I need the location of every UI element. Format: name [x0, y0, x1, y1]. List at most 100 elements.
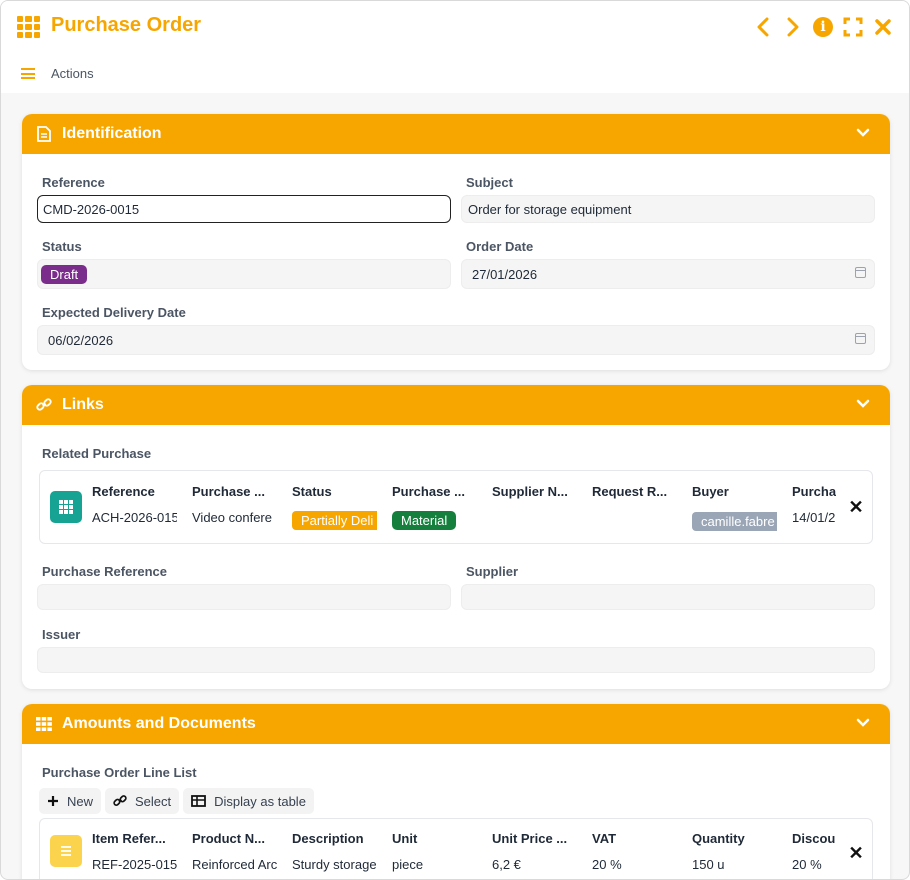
type-badge: Material [392, 511, 457, 530]
calendar-icon[interactable] [855, 267, 866, 278]
delivery-date-value: 06/02/2026 [48, 332, 114, 348]
issuer-label: Issuer [42, 627, 81, 642]
cell-product: Reinforced Arc [192, 857, 278, 872]
identification-panel: Identification Reference CMD-2026-0015 S… [22, 114, 890, 370]
list-toolbar: New Select Display as table [39, 788, 314, 814]
next-icon[interactable] [783, 15, 803, 39]
cell-vat: 20 % [592, 857, 622, 872]
reference-value: CMD-2026-0015 [43, 201, 140, 217]
col-header-date[interactable]: Purcha [792, 484, 836, 499]
status-label: Status [42, 239, 82, 254]
actions-menu[interactable]: Actions [21, 66, 94, 81]
cell-purchase: Video confere [192, 510, 272, 525]
order-date-label: Order Date [466, 239, 534, 254]
identification-title: Identification [62, 125, 162, 142]
subject-value: Order for storage equipment [468, 201, 632, 217]
display-as-table-label: Display as table [214, 793, 306, 809]
order-date-input[interactable]: 27/01/2026 [461, 259, 875, 289]
delivery-date-label: Expected Delivery Date [42, 305, 186, 320]
fullscreen-icon[interactable] [843, 15, 863, 39]
plus-icon [48, 796, 58, 806]
supplier-label: Supplier [466, 564, 519, 579]
col-header-discount[interactable]: Discou [792, 831, 836, 846]
col-header-product[interactable]: Product N... [192, 831, 282, 846]
col-header-purchase-type[interactable]: Purchase ... [392, 484, 482, 499]
grid-icon [50, 491, 82, 523]
cell-status: Partially Deli [292, 511, 377, 533]
title-bar: Purchase Order i Actions [1, 1, 909, 93]
new-button-label: New [67, 793, 94, 809]
display-as-table-button[interactable]: Display as table [183, 788, 314, 814]
subject-label: Subject [466, 175, 513, 190]
document-icon [36, 126, 52, 142]
purchase-reference-label: Purchase Reference [42, 564, 168, 579]
close-icon[interactable] [873, 15, 893, 39]
cell-reference[interactable]: ACH-2026-015 [92, 510, 177, 525]
links-header[interactable]: Links [22, 385, 890, 425]
cell-item-ref[interactable]: REF-2025-015 [92, 857, 178, 872]
amounts-header[interactable]: Amounts and Documents [22, 704, 890, 744]
status-select[interactable]: Draft [37, 259, 451, 289]
links-panel: Links Related Purchase Reference Purchas… [22, 385, 890, 689]
link-icon [36, 397, 52, 413]
cell-unit-price: 6,2 € [492, 857, 521, 872]
table-icon [191, 795, 207, 807]
col-header-item-ref[interactable]: Item Refer... [92, 831, 182, 846]
list-icon [50, 835, 82, 867]
col-header-vat[interactable]: VAT [592, 831, 682, 846]
cell-unit: piece [392, 857, 424, 872]
status-badge: Partially Deli [292, 511, 377, 530]
amounts-panel: Amounts and Documents Purchase Order Lin… [22, 704, 890, 879]
cell-date: 14/01/2 [792, 510, 836, 525]
order-line-list-label: Purchase Order Line List [42, 765, 197, 780]
cell-quantity: 150 u [692, 857, 725, 872]
identification-header[interactable]: Identification [22, 114, 890, 154]
delivery-date-input[interactable]: 06/02/2026 [37, 325, 875, 355]
order-date-value: 27/01/2026 [472, 266, 538, 282]
col-header-unit[interactable]: Unit [392, 831, 482, 846]
app-grid-icon [17, 16, 40, 38]
reference-input[interactable]: CMD-2026-0015 [37, 195, 451, 223]
select-button[interactable]: Select [105, 788, 180, 814]
supplier-input[interactable] [461, 584, 875, 610]
subject-input[interactable]: Order for storage equipment [461, 195, 875, 223]
chevron-down-icon[interactable] [856, 397, 870, 411]
calendar-icon[interactable] [855, 333, 866, 344]
link-icon [113, 795, 127, 806]
col-header-purchase[interactable]: Purchase ... [192, 484, 282, 499]
col-header-quantity[interactable]: Quantity [692, 831, 782, 846]
related-purchase-label: Related Purchase [42, 446, 152, 461]
actions-label: Actions [51, 66, 94, 81]
buyer-badge: camille.fabre [692, 512, 777, 531]
chevron-down-icon[interactable] [856, 716, 870, 730]
window-controls: i [753, 15, 893, 39]
chevron-down-icon[interactable] [856, 126, 870, 140]
table-icon [36, 716, 52, 732]
col-header-buyer[interactable]: Buyer [692, 484, 782, 499]
page-title: Purchase Order [51, 14, 202, 36]
col-header-description[interactable]: Description [292, 831, 382, 846]
menu-icon [21, 68, 35, 79]
reference-label: Reference [42, 175, 105, 190]
col-header-reference[interactable]: Reference [92, 484, 182, 499]
new-button[interactable]: New [39, 788, 102, 814]
cell-description: Sturdy storage [292, 857, 377, 872]
remove-icon[interactable]: ✕ [848, 498, 864, 516]
select-button-label: Select [135, 793, 172, 809]
cell-type: Material [392, 511, 482, 533]
amounts-title: Amounts and Documents [62, 715, 256, 732]
remove-icon[interactable]: ✕ [848, 844, 864, 862]
col-header-request[interactable]: Request R... [592, 484, 682, 499]
purchase-reference-input[interactable] [37, 584, 451, 610]
status-badge: Draft [41, 264, 88, 284]
issuer-input[interactable] [37, 647, 875, 673]
col-header-supplier[interactable]: Supplier N... [492, 484, 582, 499]
info-icon[interactable]: i [813, 15, 833, 39]
cell-discount: 20 % [792, 857, 822, 872]
related-purchase-table: Reference Purchase ... Status Purchase .… [39, 470, 873, 544]
col-header-status[interactable]: Status [292, 484, 382, 499]
links-title: Links [62, 396, 104, 413]
previous-icon[interactable] [753, 15, 773, 39]
order-line-table: Item Refer... Product N... Description U… [39, 818, 873, 879]
col-header-unit-price[interactable]: Unit Price ... [492, 831, 582, 846]
